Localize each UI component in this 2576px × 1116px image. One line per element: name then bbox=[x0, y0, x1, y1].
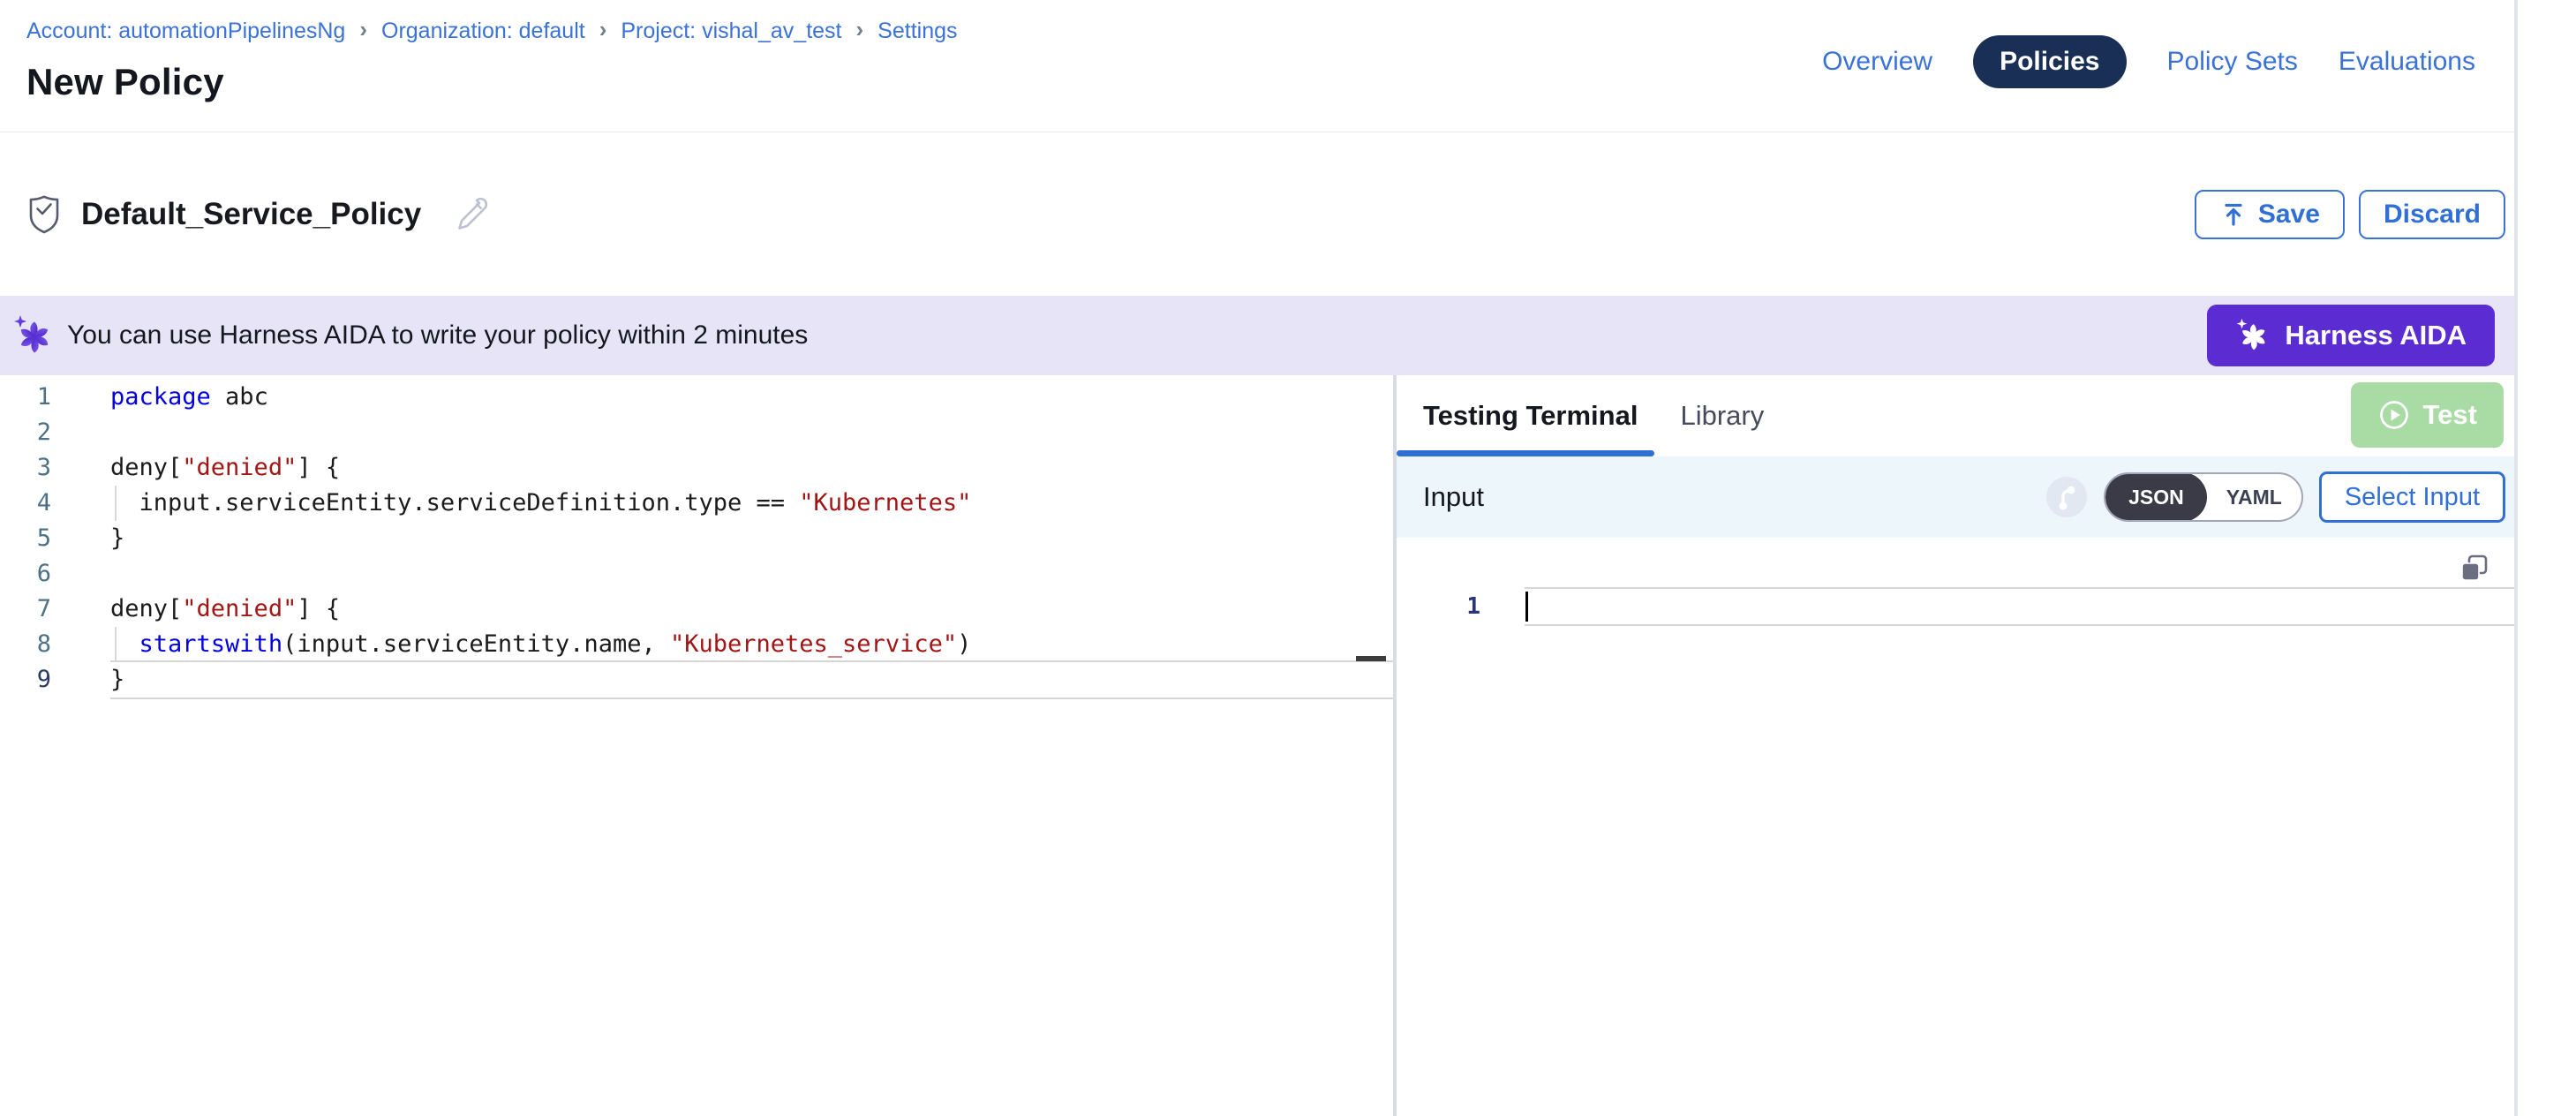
breadcrumb-project[interactable]: Project: vishal_av_test bbox=[621, 19, 841, 44]
line-number: 4 bbox=[0, 486, 51, 521]
policy-name: Default_Service_Policy bbox=[81, 197, 421, 232]
breadcrumb-settings[interactable]: Settings bbox=[877, 19, 957, 44]
tab-evaluations[interactable]: Evaluations bbox=[2339, 47, 2475, 77]
line-content: } bbox=[110, 662, 1393, 698]
aida-banner: You can use Harness AIDA to write your p… bbox=[0, 296, 2514, 375]
upload-icon bbox=[2219, 200, 2248, 229]
line-number: 2 bbox=[0, 415, 51, 450]
line-content bbox=[110, 415, 1393, 450]
indent-guide bbox=[115, 486, 117, 521]
test-label: Test bbox=[2423, 399, 2477, 431]
text-cursor bbox=[1525, 592, 1528, 622]
new-policy-page: Account: automationPipelinesNg › Organiz… bbox=[0, 0, 2576, 1116]
breadcrumb-separator-icon: › bbox=[359, 16, 367, 43]
input-line-number: 1 bbox=[1397, 589, 1480, 624]
harness-aida-label: Harness AIDA bbox=[2285, 320, 2467, 351]
format-toggle[interactable]: JSON YAML bbox=[2104, 472, 2303, 522]
test-button[interactable]: Test bbox=[2351, 382, 2504, 448]
input-editor[interactable]: 1 bbox=[1397, 538, 2514, 1116]
code-line[interactable]: 4 input.serviceEntity.serviceDefinition.… bbox=[0, 486, 1393, 521]
shield-check-icon bbox=[26, 195, 62, 234]
line-number: 3 bbox=[0, 450, 51, 486]
aida-banner-message: You can use Harness AIDA to write your p… bbox=[67, 320, 808, 351]
policy-nav-tabs: Overview Policies Policy Sets Evaluation… bbox=[1822, 35, 2475, 88]
aida-flower-icon bbox=[2235, 318, 2271, 353]
code-line[interactable]: 9} bbox=[0, 662, 1393, 698]
toolbar-actions: Save Discard bbox=[2195, 190, 2505, 239]
active-tab-underline bbox=[1397, 450, 1654, 456]
input-label: Input bbox=[1423, 481, 1484, 513]
breadcrumb-account[interactable]: Account: automationPipelinesNg bbox=[26, 19, 345, 44]
page-header: Account: automationPipelinesNg › Organiz… bbox=[0, 0, 2514, 132]
input-current-line[interactable] bbox=[1525, 589, 2514, 624]
line-content: deny["denied"] { bbox=[110, 592, 1393, 627]
policy-name-row: Default_Service_Policy bbox=[26, 195, 490, 234]
breadcrumb-separator-icon: › bbox=[856, 16, 864, 43]
policy-code-editor[interactable]: 1package abc23deny["denied"] {4 input.se… bbox=[0, 375, 1393, 1116]
save-button[interactable]: Save bbox=[2195, 190, 2345, 239]
breadcrumb-separator-icon: › bbox=[599, 16, 607, 43]
tab-policies[interactable]: Policies bbox=[1973, 35, 2126, 88]
code-line[interactable]: 8 startswith(input.serviceEntity.name, "… bbox=[0, 627, 1393, 662]
line-content bbox=[110, 556, 1393, 592]
main-split: 1package abc23deny["denied"] {4 input.se… bbox=[0, 375, 2514, 1116]
input-editor-line[interactable]: 1 bbox=[1397, 589, 2514, 624]
indent-guide bbox=[115, 627, 117, 662]
line-number: 9 bbox=[0, 662, 51, 698]
code-line[interactable]: 3 deny["denied"] { bbox=[0, 450, 1393, 486]
line-number: 8 bbox=[0, 627, 51, 662]
line-number: 5 bbox=[0, 521, 51, 556]
input-controls: JSON YAML Select Input bbox=[2045, 471, 2505, 523]
aida-flower-icon bbox=[12, 314, 55, 357]
tab-overview[interactable]: Overview bbox=[1822, 47, 1932, 77]
code-line[interactable]: 6 bbox=[0, 556, 1393, 592]
line-content: deny["denied"] { bbox=[110, 450, 1393, 486]
discard-button[interactable]: Discard bbox=[2359, 190, 2505, 239]
code-line[interactable]: 1 package abc bbox=[0, 380, 1393, 415]
line-number: 7 bbox=[0, 592, 51, 627]
testing-panel-tabs: Testing Terminal Library Test bbox=[1397, 375, 2514, 456]
line-number: 6 bbox=[0, 556, 51, 592]
tab-library[interactable]: Library bbox=[1680, 400, 1764, 432]
policy-toolbar: Default_Service_Policy bbox=[0, 132, 2514, 296]
edit-pencil-icon[interactable] bbox=[455, 196, 490, 233]
harness-aida-button[interactable]: Harness AIDA bbox=[2207, 305, 2495, 366]
code-line[interactable]: 7 deny["denied"] { bbox=[0, 592, 1393, 627]
breadcrumb-organization[interactable]: Organization: default bbox=[381, 19, 585, 44]
tab-testing-terminal[interactable]: Testing Terminal bbox=[1423, 400, 1638, 432]
line-content: package abc bbox=[110, 380, 1393, 415]
discard-label: Discard bbox=[2384, 200, 2481, 230]
copy-icon[interactable] bbox=[2458, 552, 2491, 585]
git-branch-icon bbox=[2045, 476, 2088, 518]
format-option-yaml[interactable]: YAML bbox=[2207, 486, 2301, 509]
format-option-json[interactable]: JSON bbox=[2105, 472, 2207, 522]
line-content: input.serviceEntity.serviceDefinition.ty… bbox=[110, 486, 1393, 521]
policy-code-lines: 1package abc23deny["denied"] {4 input.se… bbox=[0, 380, 1393, 698]
page-content: Account: automationPipelinesNg › Organiz… bbox=[0, 0, 2518, 1116]
code-line[interactable]: 5} bbox=[0, 521, 1393, 556]
line-content: startswith(input.serviceEntity.name, "Ku… bbox=[110, 627, 1393, 662]
testing-panel: Testing Terminal Library Test bbox=[1397, 375, 2514, 1116]
line-content: } bbox=[110, 521, 1393, 556]
input-section-header: Input JSON YAML bbox=[1397, 456, 2514, 538]
save-label: Save bbox=[2258, 200, 2320, 230]
tab-policy-sets[interactable]: Policy Sets bbox=[2167, 47, 2298, 77]
line-number: 1 bbox=[0, 380, 51, 415]
cursor-overview-marker bbox=[1356, 656, 1386, 661]
play-circle-icon bbox=[2377, 398, 2411, 432]
code-line[interactable]: 2 bbox=[0, 415, 1393, 450]
select-input-button[interactable]: Select Input bbox=[2319, 471, 2505, 523]
